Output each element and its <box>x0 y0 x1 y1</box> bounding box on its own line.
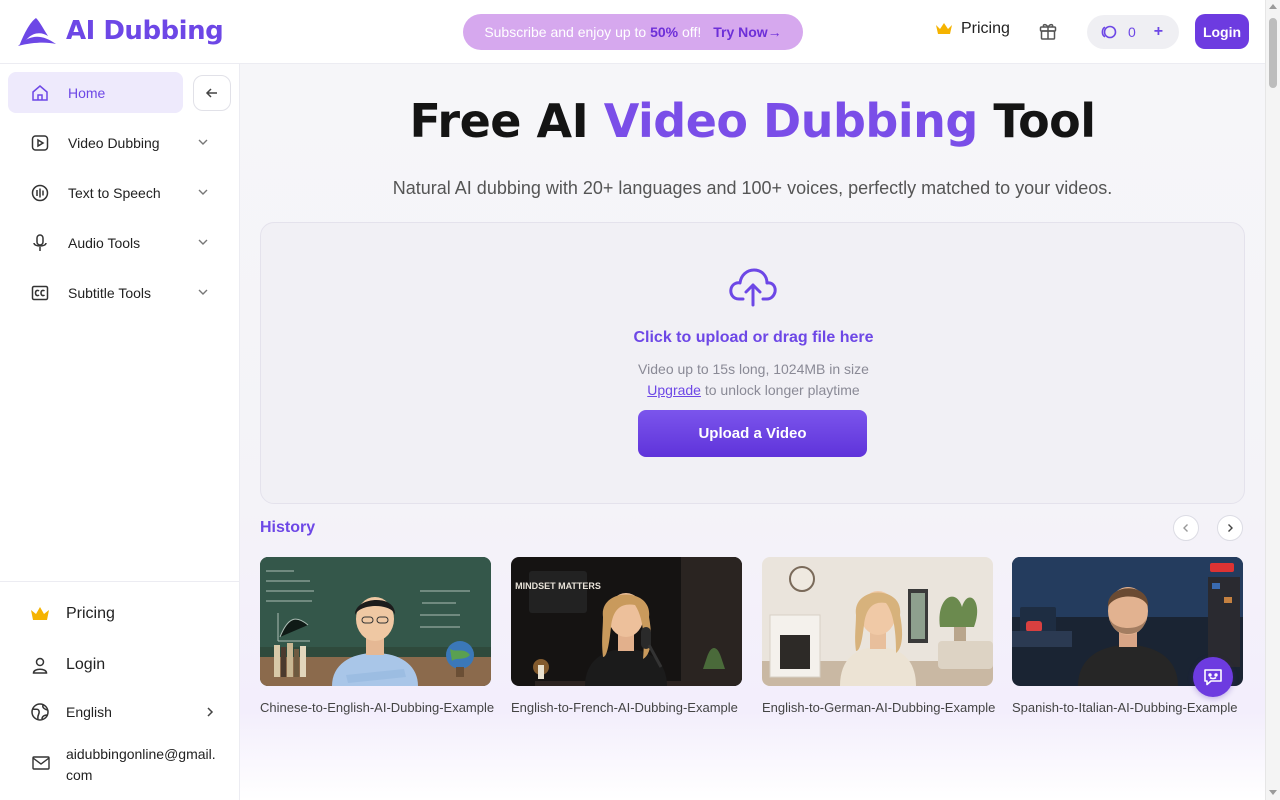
cc-icon <box>31 285 49 300</box>
promo-banner[interactable]: Subscribe and enjoy up to 50% off! Try N… <box>463 14 803 50</box>
upgrade-link[interactable]: Upgrade <box>647 382 701 398</box>
title-accent: Video Dubbing <box>603 94 979 148</box>
sidebar-item-text-to-speech[interactable]: Text to Speech <box>8 172 208 213</box>
cloud-upload-icon <box>729 268 777 307</box>
contact-email[interactable]: aidubbingonline@gmail.com <box>66 744 216 786</box>
history-card[interactable]: English-to-German-AI-Dubbing-Example <box>762 557 996 715</box>
sidebar-item-audio-tools[interactable]: Audio Tools <box>8 222 208 263</box>
credits-pill[interactable]: 0 + <box>1087 15 1179 49</box>
crown-icon <box>31 607 49 620</box>
scroll-down-arrow[interactable] <box>1269 790 1277 795</box>
chat-support-button[interactable] <box>1193 657 1233 697</box>
sidebar-item-label: Subtitle Tools <box>68 284 152 301</box>
logo-text: AI Dubbing <box>66 16 224 46</box>
globe-icon <box>31 703 49 721</box>
chevron-down-icon <box>198 289 208 295</box>
scroll-up-arrow[interactable] <box>1269 4 1277 9</box>
home-icon <box>32 84 48 101</box>
page-scrollbar[interactable] <box>1265 0 1280 800</box>
video-thumbnail[interactable]: MINDSET MATTERS <box>511 557 742 686</box>
add-credits-button[interactable]: + <box>1154 23 1163 41</box>
history-card[interactable]: MINDSET MATTERS English-to-French-AI-Dub… <box>511 557 742 715</box>
sidebar-pricing-link[interactable]: Pricing <box>30 605 115 623</box>
sidebar-item-label: Video Dubbing <box>68 134 160 151</box>
promo-text: Subscribe and enjoy up to 50% off! <box>484 24 702 40</box>
upload-dropzone[interactable]: Click to upload or drag file here Video … <box>260 222 1245 504</box>
arrow-left-icon <box>205 88 217 98</box>
upgrade-note: Upgrade to unlock longer playtime <box>647 382 860 398</box>
mail-icon <box>32 756 50 770</box>
microphone-icon <box>33 233 47 251</box>
page-title: Free AI Video Dubbing Tool <box>409 94 1096 148</box>
main-content: Free AI Video Dubbing Tool Natural AI du… <box>240 64 1265 800</box>
thumb-overlay-text: MINDSET MATTERS <box>515 581 601 591</box>
user-icon <box>32 657 48 674</box>
history-card-title: Spanish-to-Italian-AI-Dubbing-Example <box>1012 700 1238 715</box>
gift-icon[interactable] <box>1038 21 1058 46</box>
sidebar-login-link[interactable]: Login <box>30 655 105 675</box>
promo-highlight: 50% <box>650 24 679 40</box>
page-subtitle: Natural AI dubbing with 20+ languages an… <box>392 178 1113 198</box>
sidebar-pricing-label: Pricing <box>66 605 115 622</box>
video-icon <box>31 134 49 151</box>
coin-icon <box>1101 25 1117 39</box>
header-pricing-link[interactable]: Pricing <box>935 20 1010 38</box>
scrollbar-thumb[interactable] <box>1269 18 1277 88</box>
sidebar-divider <box>0 581 239 582</box>
sidebar-item-label: Text to Speech <box>68 184 161 201</box>
header-pricing-label: Pricing <box>961 20 1010 37</box>
header-login-button[interactable]: Login <box>1195 14 1249 49</box>
chat-icon <box>1204 669 1222 686</box>
audio-wave-icon <box>31 184 49 201</box>
top-header: AI Dubbing Subscribe and enjoy up to 50%… <box>0 0 1265 64</box>
promo-try-now[interactable]: Try Now→ <box>713 24 781 40</box>
sidebar-login-label: Login <box>66 656 106 673</box>
chevron-right-icon <box>207 707 214 717</box>
history-card-title: Chinese-to-English-AI-Dubbing-Example <box>260 700 495 715</box>
video-thumbnail[interactable] <box>260 557 491 686</box>
upload-prompt[interactable]: Click to upload or drag file here <box>261 329 1246 347</box>
history-heading: History <box>260 519 316 536</box>
upload-video-button[interactable]: Upload a Video <box>638 410 867 457</box>
history-prev-button[interactable] <box>1173 515 1199 541</box>
language-label: English <box>66 704 112 720</box>
chevron-down-icon <box>198 139 208 145</box>
history-next-button[interactable] <box>1217 515 1243 541</box>
history-card-title: English-to-French-AI-Dubbing-Example <box>511 700 738 715</box>
crown-icon <box>936 23 952 34</box>
video-thumbnail[interactable] <box>762 557 993 686</box>
credits-count: 0 <box>1128 24 1136 40</box>
logo-icon <box>18 18 56 46</box>
chevron-left-icon <box>1183 524 1188 532</box>
sidebar-item-subtitle-tools[interactable]: Subtitle Tools <box>8 272 208 313</box>
chevron-right-icon <box>1228 524 1233 532</box>
language-selector[interactable]: English <box>30 702 220 722</box>
upload-limits: Video up to 15s long, 1024MB in size <box>638 361 869 377</box>
sidebar: Home Video Dubbing Text to Speech Audio … <box>0 64 240 800</box>
sidebar-item-home[interactable]: Home <box>8 72 183 113</box>
history-card[interactable]: Chinese-to-English-AI-Dubbing-Example <box>260 557 495 715</box>
collapse-sidebar-button[interactable] <box>193 75 231 111</box>
history-card-title: English-to-German-AI-Dubbing-Example <box>762 700 996 715</box>
logo[interactable]: AI Dubbing <box>16 14 224 48</box>
sidebar-item-video-dubbing[interactable]: Video Dubbing <box>8 122 208 163</box>
sidebar-item-label: Home <box>68 84 106 101</box>
sidebar-item-label: Audio Tools <box>68 234 141 251</box>
chevron-down-icon <box>198 239 208 245</box>
chevron-down-icon <box>198 189 208 195</box>
